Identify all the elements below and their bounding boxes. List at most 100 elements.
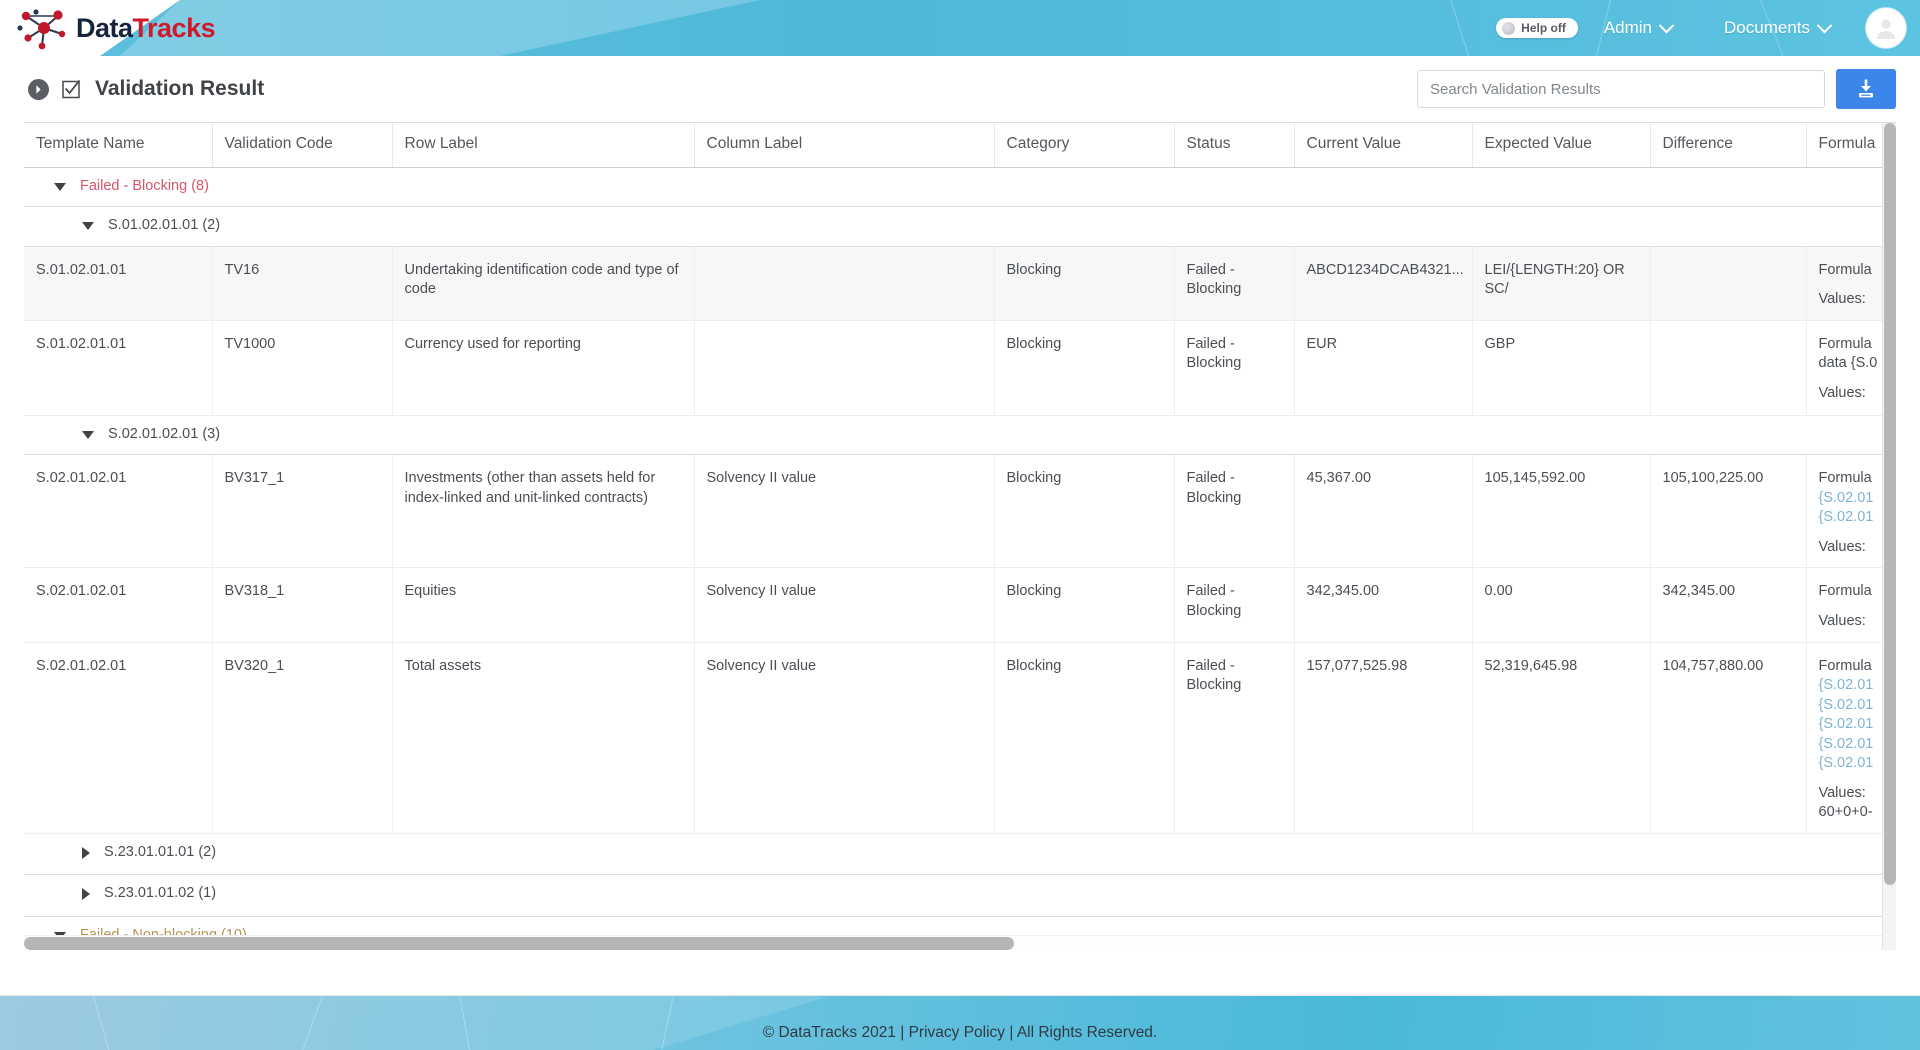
logo-text-tracks: Tracks xyxy=(132,12,216,43)
header-light-wedge xyxy=(120,0,760,56)
nav-admin[interactable]: Admin xyxy=(1578,0,1698,56)
cell-category: Blocking xyxy=(994,642,1175,835)
cell-current-value: 45,367.00 xyxy=(1294,454,1473,569)
cell-expected-value: 0.00 xyxy=(1472,567,1651,643)
cell-column-label: Solvency II value xyxy=(694,454,995,569)
group-toggle[interactable]: S.23.01.01.01 (2) xyxy=(82,843,216,863)
column-header-column-label[interactable]: Column Label xyxy=(694,123,995,168)
header-diagonal-1 xyxy=(1450,0,1470,56)
cell-difference xyxy=(1650,320,1807,416)
group-row[interactable]: Failed - Blocking (8) xyxy=(24,167,1896,208)
table-row[interactable]: S.02.01.02.01 BV317_1 Investments (other t… xyxy=(24,454,1896,569)
checklist-icon xyxy=(62,79,81,99)
group-row[interactable]: S.23.01.01.01 (2) xyxy=(24,833,1896,876)
help-toggle-label: Help off xyxy=(1521,21,1566,35)
cell-row-label: Undertaking identification code and type… xyxy=(392,246,695,321)
chevron-down-icon xyxy=(1816,17,1833,33)
cell-expected-value: 52,319,645.98 xyxy=(1472,642,1651,835)
cell-row-label: Investments (other than assets held for … xyxy=(392,454,695,569)
page-inner: Validation Result Search Validation Resu… xyxy=(24,56,1896,996)
help-toggle-knob-icon xyxy=(1502,21,1516,35)
cell-template-name: S.02.01.02.01 xyxy=(24,454,213,569)
column-header-difference[interactable]: Difference xyxy=(1650,123,1807,168)
group-label: S.23.01.01.01 (2) xyxy=(104,844,217,861)
grid-scroll-viewport[interactable]: Template Name Validation Code Row Label … xyxy=(24,123,1896,950)
logo-network-icon xyxy=(17,9,66,50)
cell-validation-code: TV16 xyxy=(212,246,393,321)
cell-category: Blocking xyxy=(994,454,1175,569)
horizontal-scrollbar-thumb[interactable] xyxy=(24,937,1014,950)
cell-current-value: ABCD1234DCAB4321... xyxy=(1294,246,1473,321)
cell-validation-code: BV318_1 xyxy=(212,567,393,643)
page-title: Validation Result xyxy=(95,77,265,100)
page-body: Validation Result Search Validation Resu… xyxy=(0,56,1920,996)
column-header-current-value[interactable]: Current Value xyxy=(1294,123,1473,168)
search-area xyxy=(1417,69,1896,109)
column-header-expected-value[interactable]: Expected Value xyxy=(1472,123,1651,168)
group-row-cell: S.23.01.01.02 (1) xyxy=(24,874,1896,917)
table-row[interactable]: S.01.02.01.01 TV16 Undertaking identificat… xyxy=(24,246,1896,321)
app-footer: © DataTracks 2021 | Privacy Policy | All… xyxy=(0,996,1920,1050)
cell-expected-value: GBP xyxy=(1472,320,1651,416)
vertical-scrollbar[interactable] xyxy=(1882,123,1896,950)
cell-template-name: S.02.01.02.01 xyxy=(24,642,213,835)
search-input[interactable] xyxy=(1417,70,1825,108)
group-row[interactable]: S.02.01.02.01 (3) xyxy=(24,415,1896,456)
cell-current-value: 157,077,525.98 xyxy=(1294,642,1473,835)
cell-row-label: Currency used for reporting xyxy=(392,320,695,416)
cell-category: Blocking xyxy=(994,246,1175,321)
cell-difference: 105,100,225.00 xyxy=(1650,454,1807,569)
table-header-row: Template Name Validation Code Row Label … xyxy=(24,123,1896,168)
cell-row-label: Total assets xyxy=(392,642,695,835)
triangle-down-icon xyxy=(82,222,94,231)
table-row[interactable]: S.02.01.02.01 BV320_1 Total assets Solvency… xyxy=(24,642,1896,835)
group-toggle[interactable]: S.02.01.02.01 (3) xyxy=(82,425,220,445)
table-row[interactable]: S.01.02.01.01 TV1000 Currency used for rep… xyxy=(24,320,1896,416)
cell-status: Failed - Blocking xyxy=(1174,642,1295,835)
triangle-right-icon xyxy=(82,888,90,901)
help-toggle[interactable]: Help off xyxy=(1496,18,1578,38)
column-header-validation-code[interactable]: Validation Code xyxy=(212,123,393,168)
triangle-right-icon xyxy=(82,846,90,859)
group-toggle[interactable]: S.23.01.01.02 (1) xyxy=(82,884,216,904)
vertical-scrollbar-thumb[interactable] xyxy=(1884,123,1896,885)
group-toggle[interactable]: S.01.02.01.01 (2) xyxy=(82,216,220,236)
group-label: S.23.01.01.02 (1) xyxy=(104,885,217,902)
chevron-right-circle-icon xyxy=(36,84,41,94)
chevron-down-icon xyxy=(1658,17,1675,33)
datatracks-logo[interactable]: DataTracks xyxy=(12,4,216,52)
cell-validation-code: BV317_1 xyxy=(212,454,393,569)
table-body: Failed - Blocking (8) S.01.02.01.01 (2) S.… xyxy=(24,167,1896,950)
column-header-row-label[interactable]: Row Label xyxy=(392,123,695,168)
cell-status: Failed - Blocking xyxy=(1174,320,1295,416)
cell-current-value: EUR xyxy=(1294,320,1473,416)
table-row[interactable]: S.02.01.02.01 BV318_1 Equities Solvency II … xyxy=(24,567,1896,643)
download-button[interactable] xyxy=(1836,69,1896,109)
horizontal-scrollbar[interactable] xyxy=(24,935,1896,950)
cell-template-name: S.02.01.02.01 xyxy=(24,567,213,643)
group-label: S.01.02.01.01 (2) xyxy=(108,217,221,234)
cell-expected-value: 105,145,592.00 xyxy=(1472,454,1651,569)
cell-status: Failed - Blocking xyxy=(1174,454,1295,569)
group-row[interactable]: S.01.02.01.01 (2) xyxy=(24,206,1896,247)
cell-status: Failed - Blocking xyxy=(1174,567,1295,643)
group-row-cell: S.02.01.02.01 (3) xyxy=(24,415,1896,456)
group-row[interactable]: S.23.01.01.02 (1) xyxy=(24,874,1896,917)
cell-category: Blocking xyxy=(994,320,1175,416)
nav-documents[interactable]: Documents xyxy=(1698,0,1856,56)
cell-validation-code: TV1000 xyxy=(212,320,393,416)
triangle-down-icon xyxy=(82,430,94,439)
column-header-category[interactable]: Category xyxy=(994,123,1175,168)
cell-template-name: S.01.02.01.01 xyxy=(24,320,213,416)
group-toggle[interactable]: Failed - Blocking (8) xyxy=(54,177,209,197)
page-toolbar: Validation Result xyxy=(24,56,1896,122)
download-icon xyxy=(1859,79,1873,98)
cell-expected-value: LEI/{LENGTH:20} OR SC/ xyxy=(1472,246,1651,321)
avatar[interactable] xyxy=(1866,8,1906,48)
footer-copyright[interactable]: © DataTracks 2021 | Privacy Policy | All… xyxy=(0,1024,1920,1042)
group-row-cell: Failed - Blocking (8) xyxy=(24,167,1896,208)
expand-panel-button[interactable] xyxy=(28,78,49,100)
column-header-status[interactable]: Status xyxy=(1174,123,1295,168)
cell-status: Failed - Blocking xyxy=(1174,246,1295,321)
column-header-template-name[interactable]: Template Name xyxy=(24,123,213,168)
